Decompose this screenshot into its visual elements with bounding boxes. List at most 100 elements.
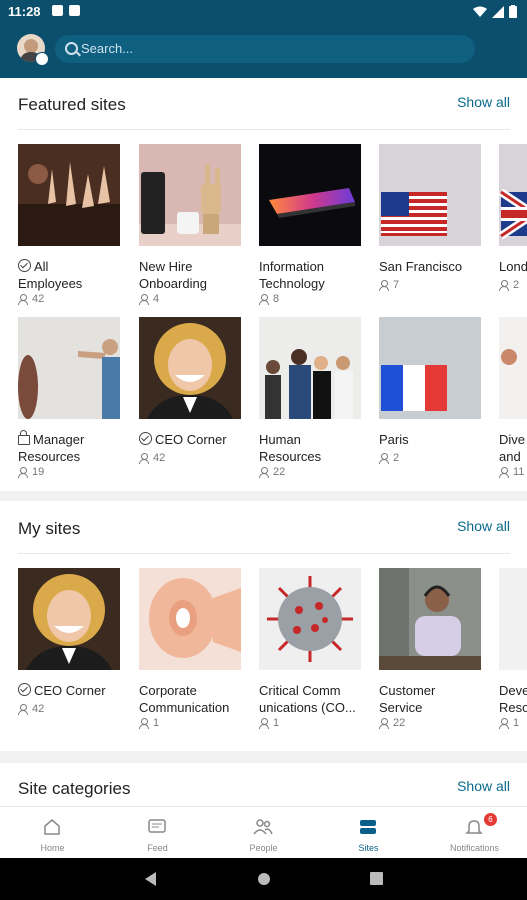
- site-tile-london[interactable]: Lond 2: [499, 144, 527, 291]
- site-thumbnail: [379, 317, 481, 419]
- person-icon: [379, 453, 389, 464]
- site-thumbnail: [139, 317, 241, 419]
- home-icon: [44, 819, 60, 835]
- person-icon: [499, 467, 509, 478]
- site-name: Lond: [499, 259, 527, 274]
- site-thumbnail: [18, 144, 120, 246]
- private-lock-icon: [18, 430, 30, 445]
- featured-sites-title: Featured sites: [18, 95, 126, 114]
- nav-feed[interactable]: Feed: [105, 807, 210, 859]
- site-tile-critical-communications[interactable]: Critical Comm unications (CO... 1: [259, 568, 361, 729]
- site-tile-san-francisco[interactable]: San Francisco 7: [379, 144, 481, 291]
- person-icon: [379, 718, 389, 729]
- person-icon: [139, 718, 149, 729]
- site-thumbnail: [259, 568, 361, 670]
- member-count: 1: [259, 717, 361, 729]
- sim-card-icon: [69, 5, 80, 16]
- nav-notifications[interactable]: 6 Notifications: [422, 807, 527, 859]
- person-icon: [259, 718, 269, 729]
- app-notification-icon: [52, 5, 63, 16]
- member-count: 22: [379, 717, 481, 729]
- site-name: Dive and: [499, 432, 526, 464]
- divider: [18, 553, 510, 554]
- categories-show-all-link[interactable]: Show all: [457, 778, 510, 794]
- site-tile-human-resources[interactable]: Human Resources 22: [259, 317, 361, 478]
- site-tile-new-hire-onboarding[interactable]: New Hire Onboarding 4: [139, 144, 241, 305]
- site-thumbnail: [499, 144, 527, 246]
- site-name: Information Technology: [259, 259, 325, 291]
- bell-icon: [465, 820, 483, 834]
- person-icon: [18, 704, 28, 715]
- site-tile-information-technology[interactable]: Information Technology 8: [259, 144, 361, 305]
- presence-badge-icon: [35, 52, 49, 66]
- my-sites-title: My sites: [18, 519, 81, 538]
- site-tile-corporate-communication[interactable]: Corporate Communication 1: [139, 568, 241, 729]
- featured-show-all-link[interactable]: Show all: [457, 94, 510, 110]
- signal-icon: [492, 5, 504, 18]
- search-input[interactable]: Search...: [55, 35, 475, 63]
- site-name: Manager Resources: [18, 430, 85, 464]
- site-name: All Employees: [18, 259, 83, 291]
- site-tile-customer-service[interactable]: Customer Service 22: [379, 568, 481, 729]
- system-navigation-bar: [0, 858, 527, 900]
- person-icon: [259, 467, 269, 478]
- nav-people-label: People: [249, 843, 278, 853]
- member-count: 1: [499, 717, 527, 729]
- member-count: 42: [18, 293, 120, 305]
- search-icon: [65, 42, 78, 55]
- nav-people[interactable]: People: [211, 807, 316, 859]
- site-thumbnail: [18, 568, 120, 670]
- my-sites-show-all-link[interactable]: Show all: [457, 518, 510, 534]
- divider: [18, 129, 510, 130]
- member-count: 2: [379, 452, 481, 464]
- person-icon: [259, 294, 269, 305]
- site-name: CEO Corner: [18, 682, 120, 699]
- site-tile-all-employees[interactable]: All Employees 42: [18, 144, 120, 305]
- person-icon: [139, 294, 149, 305]
- site-name: Human Resources: [259, 432, 322, 464]
- member-count: 42: [18, 703, 120, 715]
- search-placeholder: Search...: [81, 41, 134, 56]
- people-icon: [253, 819, 273, 835]
- nav-notifications-label: Notifications: [449, 843, 500, 853]
- site-tile-paris[interactable]: Paris 2: [379, 317, 481, 464]
- person-icon: [499, 718, 509, 729]
- home-circle-icon[interactable]: [257, 872, 271, 886]
- featured-sites-section: Featured sites Show all AllEmployees 42: [0, 78, 527, 491]
- recents-icon[interactable]: [370, 872, 383, 885]
- site-tile-manager-resources[interactable]: Manager Resources 19: [18, 317, 120, 478]
- site-tile-ceo-corner[interactable]: CEO Corner 42: [18, 568, 120, 715]
- nav-sites-label: Sites: [358, 843, 379, 853]
- member-count: 42: [139, 452, 241, 464]
- status-notification-icons: [52, 5, 80, 16]
- status-bar: 11:28: [0, 0, 527, 24]
- site-thumbnail: [379, 568, 481, 670]
- site-thumbnail: [379, 144, 481, 246]
- nav-sites[interactable]: Sites: [316, 807, 421, 859]
- status-time: 11:28: [8, 4, 41, 19]
- battery-icon: [509, 5, 517, 18]
- site-name: Corporate Communication: [139, 683, 230, 715]
- site-tile-diversity[interactable]: Dive and 11: [499, 317, 527, 478]
- sites-icon: [360, 820, 376, 834]
- back-icon[interactable]: [145, 872, 157, 886]
- following-check-icon: [18, 683, 31, 696]
- following-check-icon: [18, 259, 31, 272]
- site-name: Paris: [379, 432, 409, 447]
- site-tile-development-resources[interactable]: Deve Reso 1: [499, 568, 527, 729]
- person-icon: [18, 294, 28, 305]
- notification-count-badge: 6: [484, 813, 497, 826]
- member-count: 22: [259, 466, 361, 478]
- site-name: New Hire Onboarding: [139, 259, 207, 291]
- member-count: 1: [139, 717, 241, 729]
- status-right-icons: [473, 5, 517, 18]
- member-count: 4: [139, 293, 241, 305]
- person-icon: [139, 453, 149, 464]
- person-icon: [499, 280, 509, 291]
- nav-home[interactable]: Home: [0, 807, 105, 859]
- member-count: 19: [18, 466, 120, 478]
- site-tile-ceo-corner[interactable]: CEO Corner 42: [139, 317, 241, 464]
- following-check-icon: [139, 432, 152, 445]
- bottom-navigation: Home Feed People Sites 6 Notifications: [0, 806, 527, 859]
- member-count: 11: [499, 466, 527, 478]
